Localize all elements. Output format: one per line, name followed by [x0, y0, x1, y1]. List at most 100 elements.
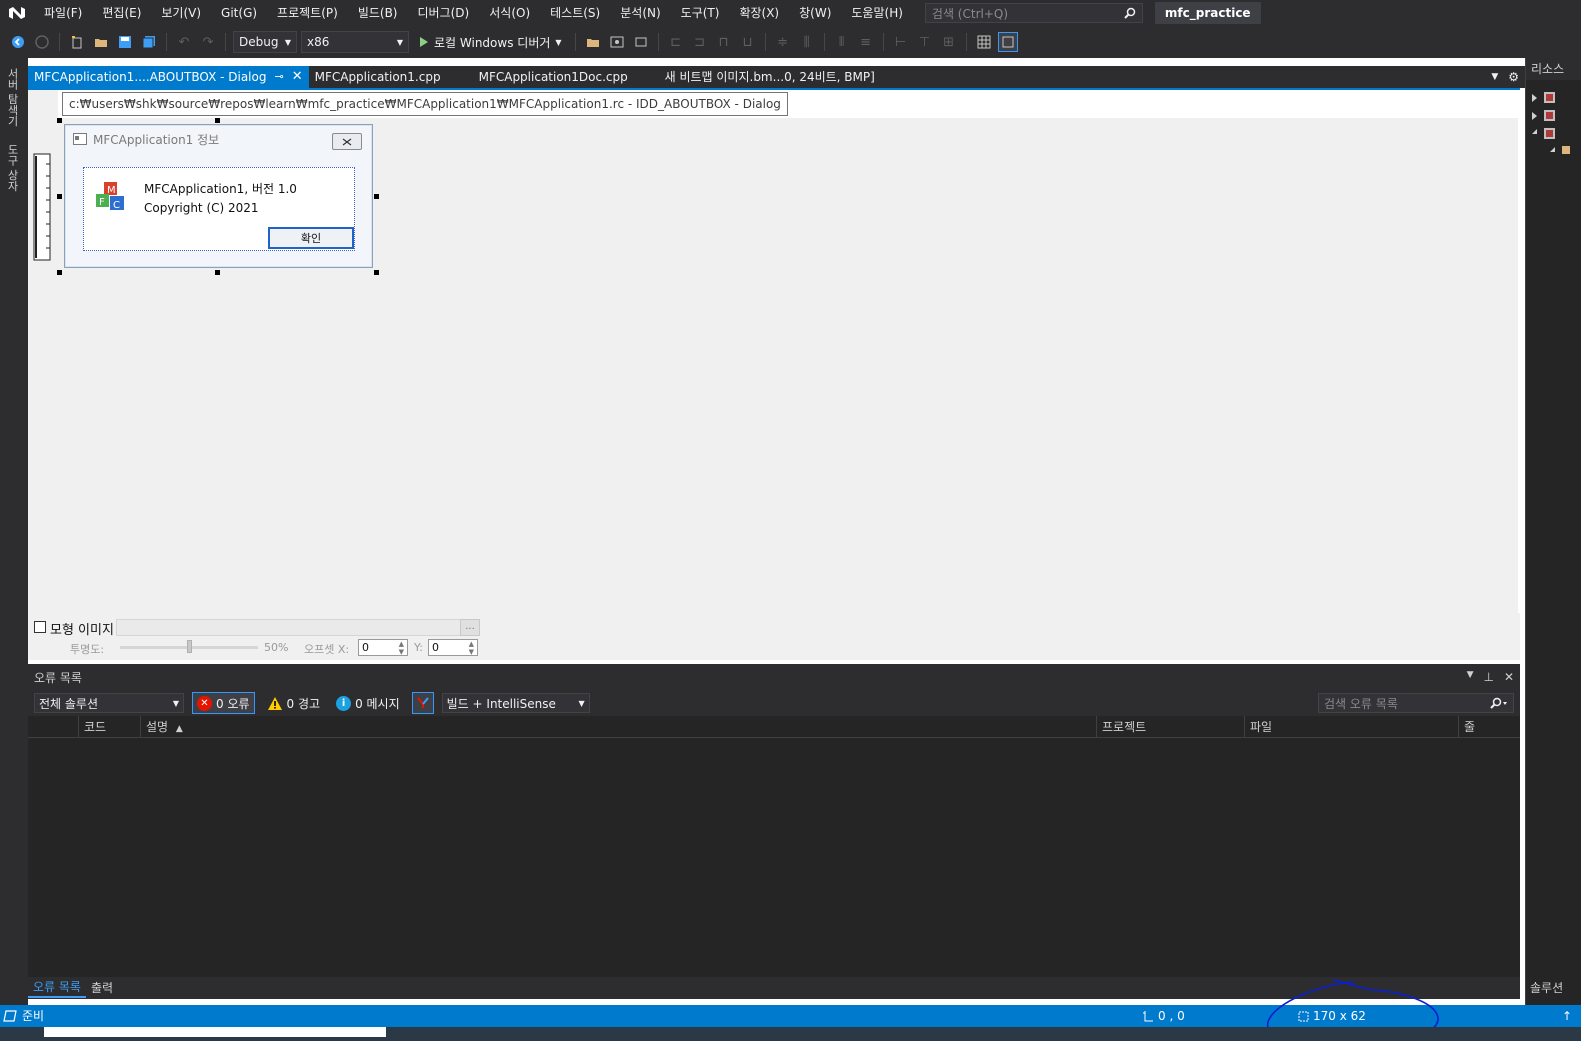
tab-label: 새 비트맵 이미지.bm...0, 24비트, BMP]	[664, 70, 875, 84]
close-icon[interactable]: ✕	[292, 66, 303, 88]
space-down-icon[interactable]: ≡	[856, 32, 876, 52]
column-description[interactable]: 설명 ▲	[140, 716, 1098, 738]
open-documents-filter-button[interactable]	[411, 692, 434, 714]
model-image-path-input	[116, 619, 462, 636]
search-input[interactable]: 검색 (Ctrl+Q)	[924, 3, 1143, 23]
tab-dropdown-icon[interactable]: ▼	[1491, 72, 1498, 82]
toolbox-tab[interactable]: 도구 상자	[4, 144, 20, 192]
menu-analyze[interactable]: 분석(N)	[610, 0, 670, 26]
settings-gear-icon[interactable]: ⚙	[1508, 70, 1519, 84]
pin-icon[interactable]: ⊸	[274, 66, 283, 88]
configuration-select[interactable]: Debug ▼	[233, 31, 297, 53]
menu-window[interactable]: 창(W)	[789, 0, 841, 26]
tab-mfcapplication1-cpp[interactable]: MFCApplication1.cpp	[309, 66, 473, 88]
resize-handle[interactable]	[374, 194, 379, 199]
scope-select[interactable]: 전체 솔루션 ▼	[34, 693, 184, 713]
menu-file[interactable]: 파일(F)	[34, 0, 92, 26]
test-dialog-icon[interactable]	[607, 32, 627, 52]
save-all-icon[interactable]	[139, 32, 159, 52]
close-icon[interactable]: ✕	[1504, 670, 1514, 684]
resize-handle[interactable]	[215, 118, 220, 123]
menu-build[interactable]: 빌드(B)	[348, 0, 408, 26]
align-right-icon[interactable]: ⊐	[690, 32, 710, 52]
platform-select[interactable]: x86 ▼	[301, 31, 409, 53]
tab-mfcapplication1doc-cpp[interactable]: MFCApplication1Doc.cpp	[473, 66, 659, 88]
undo-icon[interactable]: ↶	[174, 32, 194, 52]
resize-handle[interactable]	[57, 194, 62, 199]
column-code[interactable]: 코드	[78, 716, 138, 738]
window-dropdown-icon[interactable]: ▼	[1467, 670, 1474, 684]
about-dialog-preview[interactable]: MFCApplication1 정보 M F C MFCApplication1…	[64, 124, 373, 268]
make-same-height-icon[interactable]: ⊤	[915, 32, 935, 52]
resource-tree[interactable]	[1526, 88, 1581, 188]
dialog-titlebar: MFCApplication1 정보	[65, 125, 372, 153]
pin-icon[interactable]: ⊥	[1483, 670, 1493, 684]
menu-debug[interactable]: 디버그(D)	[408, 0, 480, 26]
make-same-width-icon[interactable]: ⊢	[891, 32, 911, 52]
visual-studio-logo-icon[interactable]	[0, 0, 34, 26]
solution-explorer-tab[interactable]: 솔루션	[1530, 979, 1563, 996]
toggle-guides-icon[interactable]	[997, 32, 1018, 52]
save-icon[interactable]	[115, 32, 135, 52]
forward-icon[interactable]	[32, 32, 52, 52]
menu-edit[interactable]: 편집(E)	[92, 0, 151, 26]
guides-icon[interactable]	[631, 32, 651, 52]
align-left-icon[interactable]: ⊏	[666, 32, 686, 52]
dialog-close-button[interactable]	[332, 133, 362, 150]
resize-handle[interactable]	[374, 270, 379, 275]
start-debugging-button[interactable]: 로컬 Windows 디버거 ▼	[413, 31, 568, 53]
dialog-editor[interactable]: c:₩users₩shk₩source₩repos₩learn₩mfc_prac…	[28, 90, 1520, 660]
tab-output[interactable]: 출력	[86, 977, 118, 999]
ok-button[interactable]: 확인	[268, 227, 354, 249]
error-search-placeholder: 검색 오류 목록	[1324, 696, 1398, 711]
tab-label: MFCApplication1.cpp	[314, 70, 441, 84]
menu-git[interactable]: Git(G)	[211, 0, 267, 26]
folder-search-icon[interactable]	[583, 32, 603, 52]
redo-icon[interactable]: ↷	[198, 32, 218, 52]
make-same-size-icon[interactable]: ⊞	[939, 32, 959, 52]
space-across-icon[interactable]: ⦀	[832, 32, 852, 52]
tab-label: MFCApplication1Doc.cpp	[478, 70, 628, 84]
menu-format[interactable]: 서식(O)	[479, 0, 540, 26]
center-vertical-icon[interactable]: ≑	[773, 32, 793, 52]
menu-extensions[interactable]: 확장(X)	[729, 0, 789, 26]
resize-handle[interactable]	[57, 270, 62, 275]
chevron-down-icon: ▼	[578, 698, 585, 708]
error-table-body[interactable]	[28, 738, 1520, 976]
status-size: 170 x 62	[1297, 1005, 1366, 1027]
open-file-icon[interactable]	[91, 32, 111, 52]
tab-aboutbox-dialog[interactable]: MFCApplication1....ABOUTBOX - Dialog ⊸ ✕	[28, 66, 309, 88]
error-search-input[interactable]: 검색 오류 목록	[1318, 693, 1514, 713]
build-filter-select[interactable]: 빌드 + IntelliSense ▼	[441, 693, 590, 713]
server-explorer-tab[interactable]: 서버 탐색기	[4, 68, 20, 127]
resize-handle[interactable]	[215, 270, 220, 275]
app-version-text[interactable]: MFCApplication1, 버전 1.0	[144, 180, 297, 197]
menu-help[interactable]: 도움말(H)	[841, 0, 913, 26]
tab-error-list[interactable]: 오류 목록	[28, 978, 86, 998]
align-top-icon[interactable]: ⊓	[714, 32, 734, 52]
menu-view[interactable]: 보기(V)	[151, 0, 211, 26]
menu-bar: 파일(F) 편집(E) 보기(V) Git(G) 프로젝트(P) 빌드(B) 디…	[0, 0, 1581, 26]
new-project-icon[interactable]	[67, 32, 87, 52]
dialog-client-area[interactable]: M F C MFCApplication1, 버전 1.0 Copyright …	[83, 167, 355, 251]
back-icon[interactable]	[8, 32, 28, 52]
toggle-grid-icon[interactable]	[974, 32, 994, 52]
messages-filter-button[interactable]: i 0 메시지	[332, 692, 404, 714]
column-line[interactable]: 줄	[1458, 716, 1498, 738]
errors-filter-button[interactable]: ✕ 0 오류	[192, 692, 255, 714]
center-horizontal-icon[interactable]: ⫼	[797, 32, 817, 52]
resize-handle[interactable]	[57, 118, 62, 123]
publish-up-arrow-icon[interactable]: ↑	[1562, 1005, 1572, 1027]
column-project[interactable]: 프로젝트	[1096, 716, 1246, 738]
column-file[interactable]: 파일	[1244, 716, 1458, 738]
menu-project[interactable]: 프로젝트(P)	[267, 0, 348, 26]
play-icon	[420, 37, 428, 47]
opacity-value: 50%	[264, 641, 289, 654]
copyright-text[interactable]: Copyright (C) 2021	[144, 201, 259, 215]
align-bottom-icon[interactable]: ⊔	[738, 32, 758, 52]
menu-test[interactable]: 테스트(S)	[540, 0, 610, 26]
tab-bitmap-image[interactable]: 새 비트맵 이미지.bm...0, 24비트, BMP]	[659, 66, 881, 88]
model-image-checkbox[interactable]	[34, 621, 46, 633]
menu-tools[interactable]: 도구(T)	[671, 0, 730, 26]
warnings-filter-button[interactable]: 0 경고	[263, 692, 325, 714]
